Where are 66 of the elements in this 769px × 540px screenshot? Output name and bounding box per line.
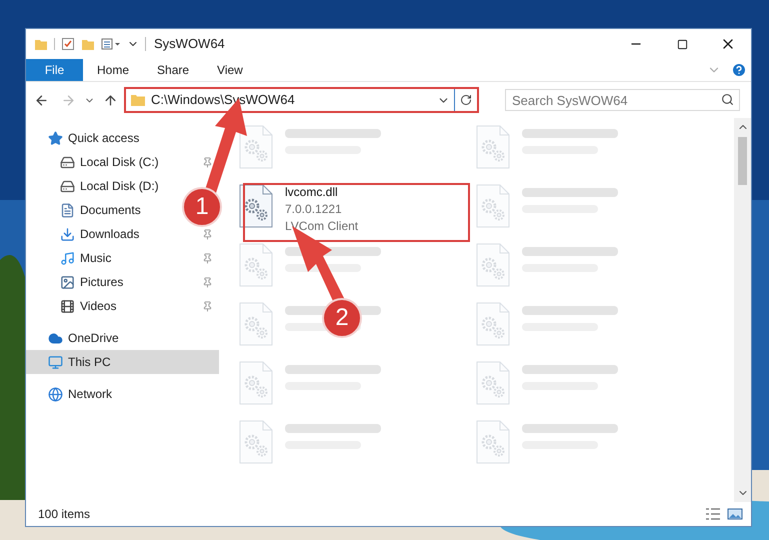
nav-item[interactable]: Local Disk (C:)	[80, 153, 159, 171]
monitor-icon	[48, 354, 63, 370]
scrollbar[interactable]	[734, 118, 751, 502]
pin-icon[interactable]	[202, 276, 213, 288]
file-gear-icon	[476, 302, 510, 346]
file-gear-icon	[476, 243, 510, 287]
file-gear-icon	[239, 361, 273, 405]
up-icon[interactable]	[103, 92, 118, 108]
pin-icon[interactable]	[202, 156, 213, 168]
nav-item[interactable]: Music	[80, 249, 112, 267]
ribbon-tab[interactable]: Share	[143, 59, 204, 81]
file-gear-icon	[239, 302, 273, 346]
ribbon-tab[interactable]: Home	[83, 59, 144, 81]
nav-item[interactable]: Videos	[80, 297, 116, 315]
music-note-icon	[60, 250, 75, 266]
address-field[interactable]: C:\Windows\SysWOW64	[124, 87, 479, 113]
file-gear-icon	[476, 361, 510, 405]
address-path: C:\Windows\SysWOW64	[151, 91, 295, 110]
item-count: 100 items	[38, 506, 90, 523]
pin-icon[interactable]	[202, 252, 213, 264]
file-gear-icon	[476, 420, 510, 464]
file-gear-icon	[239, 184, 273, 228]
file-detail: 7.0.0.1221	[285, 201, 343, 218]
nav-item[interactable]: Downloads	[80, 225, 140, 243]
film-icon	[60, 298, 75, 314]
selected-nav-row[interactable]: This PC	[26, 350, 219, 374]
search-icon	[721, 93, 734, 106]
scrollbar-thumb[interactable]	[738, 137, 747, 185]
pin-icon[interactable]	[202, 228, 213, 240]
cloud-icon	[48, 330, 63, 346]
properties-icon[interactable]	[101, 37, 121, 51]
download-icon	[60, 226, 75, 242]
nav-item[interactable]: Documents	[80, 201, 141, 219]
file-menu-button[interactable]: File	[26, 59, 83, 81]
folder-icon	[34, 37, 48, 51]
help-icon[interactable]	[731, 62, 747, 78]
checklist-icon[interactable]	[61, 37, 75, 51]
picture-icon	[60, 274, 75, 290]
search-field[interactable]: Search SysWOW64	[505, 89, 740, 111]
nav-item[interactable]: OneDrive	[68, 329, 119, 347]
file-gear-icon	[476, 125, 510, 169]
file-name: lvcomc.dll	[285, 184, 339, 201]
tiles-view-icon[interactable]	[727, 507, 743, 521]
file-gear-icon	[239, 125, 273, 169]
file-gear-icon	[239, 243, 273, 287]
window-title: SysWOW64	[154, 35, 225, 54]
nav-item[interactable]: This PC	[68, 353, 111, 371]
nav-item[interactable]: Network	[68, 385, 112, 403]
file-detail: LVCom Client	[285, 218, 358, 235]
nav-item[interactable]: Quick access	[68, 129, 140, 147]
document-icon	[60, 202, 75, 218]
maximize-icon	[676, 38, 688, 50]
file-gear-icon	[476, 184, 510, 228]
drive-icon	[60, 154, 75, 170]
ribbon-tab[interactable]: View	[203, 59, 257, 81]
nav-item[interactable]: Pictures	[80, 273, 124, 291]
back-icon[interactable]	[34, 92, 49, 108]
network-icon	[48, 386, 63, 402]
pin-icon[interactable]	[202, 300, 213, 312]
refresh-icon[interactable]	[460, 94, 472, 106]
nav-item[interactable]: Local Disk (D:)	[80, 177, 159, 195]
details-view-icon[interactable]	[705, 507, 721, 521]
drive-icon	[60, 178, 75, 194]
folder-icon	[130, 93, 146, 107]
file-gear-icon	[239, 420, 273, 464]
star-icon	[48, 130, 63, 146]
